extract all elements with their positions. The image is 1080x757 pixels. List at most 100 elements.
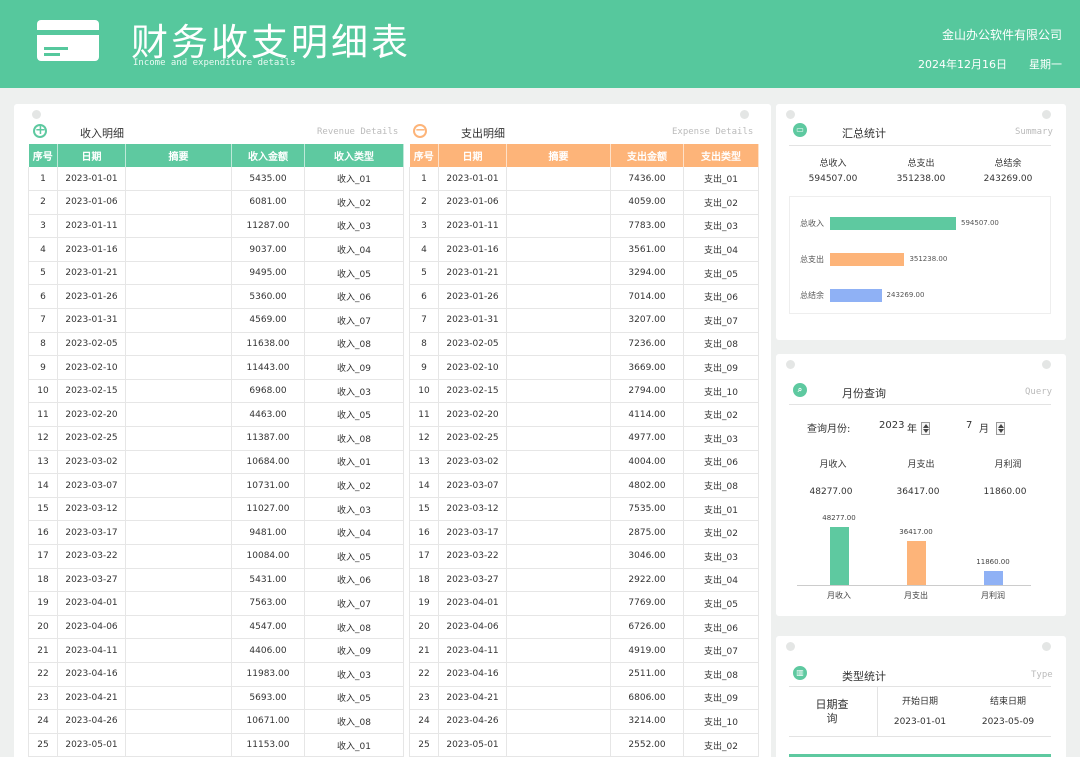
table-cell[interactable]: 2023-01-21 (57, 261, 126, 286)
table-cell[interactable]: 支出_04 (683, 237, 759, 262)
spin-arrows-icon[interactable] (921, 422, 930, 435)
table-cell[interactable] (125, 308, 232, 333)
table-cell[interactable]: 6806.00 (610, 686, 684, 711)
table-cell[interactable]: 4 (409, 237, 439, 262)
table-cell[interactable]: 5431.00 (231, 568, 305, 593)
table-cell[interactable]: 2023-02-10 (57, 355, 126, 380)
table-cell[interactable]: 收入_01 (304, 733, 404, 757)
table-cell[interactable]: 收入_03 (304, 379, 404, 404)
table-cell[interactable] (125, 167, 232, 192)
table-cell[interactable] (506, 591, 611, 616)
table-cell[interactable]: 2023-01-16 (438, 237, 507, 262)
table-cell[interactable]: 2023-01-11 (438, 214, 507, 239)
table-cell[interactable]: 19 (28, 591, 58, 616)
table-cell[interactable]: 12 (28, 426, 58, 451)
table-cell[interactable]: 支出_10 (683, 709, 759, 734)
month-spinner[interactable] (996, 418, 1005, 437)
table-cell[interactable]: 2023-03-17 (57, 520, 126, 545)
table-cell[interactable] (125, 355, 232, 380)
table-cell[interactable]: 2023-01-26 (438, 284, 507, 310)
table-cell[interactable]: 16 (409, 520, 439, 545)
table-cell[interactable]: 收入_05 (304, 686, 404, 711)
table-cell[interactable]: 7436.00 (610, 167, 684, 192)
table-cell[interactable]: 2023-02-25 (57, 426, 126, 451)
table-cell[interactable]: 2023-03-12 (438, 497, 507, 522)
table-cell[interactable]: 11027.00 (231, 497, 305, 522)
table-cell[interactable] (506, 450, 611, 475)
table-cell[interactable] (125, 544, 232, 569)
table-cell[interactable]: 3046.00 (610, 544, 684, 569)
table-cell[interactable]: 11 (409, 402, 439, 428)
table-cell[interactable]: 支出_07 (683, 638, 759, 663)
table-cell[interactable]: 2023-05-01 (57, 733, 126, 757)
table-cell[interactable]: 收入_05 (304, 544, 404, 569)
table-cell[interactable]: 2023-01-11 (57, 214, 126, 239)
table-cell[interactable]: 4919.00 (610, 638, 684, 663)
table-cell[interactable]: 支出_06 (683, 284, 759, 310)
table-cell[interactable] (506, 214, 611, 239)
table-cell[interactable]: 2552.00 (610, 733, 684, 757)
table-cell[interactable] (125, 520, 232, 545)
table-cell[interactable]: 2023-01-31 (57, 308, 126, 333)
table-cell[interactable] (506, 662, 611, 687)
table-cell[interactable]: 3561.00 (610, 237, 684, 262)
table-cell[interactable]: 2023-04-01 (438, 591, 507, 616)
table-cell[interactable]: 10 (28, 379, 58, 404)
table-cell[interactable]: 3669.00 (610, 355, 684, 380)
table-cell[interactable] (506, 733, 611, 757)
table-cell[interactable]: 20 (409, 615, 439, 640)
table-cell[interactable]: 11983.00 (231, 662, 305, 687)
table-cell[interactable]: 2023-05-01 (438, 733, 507, 757)
table-cell[interactable]: 支出_09 (683, 355, 759, 380)
table-cell[interactable]: 25 (409, 733, 439, 757)
table-cell[interactable]: 2511.00 (610, 662, 684, 687)
table-cell[interactable]: 收入_07 (304, 308, 404, 333)
table-cell[interactable]: 7236.00 (610, 332, 684, 357)
table-cell[interactable]: 支出_05 (683, 261, 759, 286)
table-cell[interactable]: 支出_08 (683, 662, 759, 687)
table-cell[interactable]: 2023-03-02 (57, 450, 126, 475)
table-cell[interactable]: 9 (409, 355, 439, 380)
table-cell[interactable]: 2023-01-01 (438, 167, 507, 192)
table-cell[interactable]: 16 (28, 520, 58, 545)
table-cell[interactable]: 4114.00 (610, 402, 684, 428)
table-cell[interactable]: 14 (28, 473, 58, 498)
table-cell[interactable]: 12 (409, 426, 439, 451)
table-cell[interactable]: 9495.00 (231, 261, 305, 286)
table-cell[interactable]: 9 (28, 355, 58, 380)
table-cell[interactable]: 收入_08 (304, 332, 404, 357)
table-cell[interactable]: 2023-03-07 (438, 473, 507, 498)
table-cell[interactable]: 15 (409, 497, 439, 522)
table-cell[interactable]: 2 (409, 190, 439, 215)
table-cell[interactable] (125, 450, 232, 475)
table-cell[interactable]: 18 (28, 568, 58, 593)
table-cell[interactable]: 7783.00 (610, 214, 684, 239)
table-cell[interactable]: 收入_01 (304, 450, 404, 475)
table-cell[interactable]: 11287.00 (231, 214, 305, 239)
table-cell[interactable]: 4977.00 (610, 426, 684, 451)
table-cell[interactable]: 2023-02-20 (57, 402, 126, 428)
table-cell[interactable]: 2023-04-01 (57, 591, 126, 616)
table-cell[interactable]: 8 (28, 332, 58, 357)
table-cell[interactable]: 9481.00 (231, 520, 305, 545)
table-cell[interactable]: 2023-01-31 (438, 308, 507, 333)
table-cell[interactable]: 20 (28, 615, 58, 640)
table-cell[interactable]: 11443.00 (231, 355, 305, 380)
table-cell[interactable]: 6081.00 (231, 190, 305, 215)
table-cell[interactable] (506, 520, 611, 545)
table-cell[interactable]: 2023-01-06 (438, 190, 507, 215)
table-cell[interactable]: 7769.00 (610, 591, 684, 616)
table-cell[interactable]: 6 (409, 284, 439, 310)
start-date-value[interactable]: 2023-01-01 (875, 717, 965, 727)
table-cell[interactable]: 2023-01-01 (57, 167, 126, 192)
table-cell[interactable] (506, 568, 611, 593)
table-cell[interactable]: 支出_02 (683, 190, 759, 215)
table-cell[interactable] (506, 190, 611, 215)
table-cell[interactable]: 支出_03 (683, 426, 759, 451)
table-cell[interactable] (506, 402, 611, 428)
table-cell[interactable]: 收入_03 (304, 497, 404, 522)
table-cell[interactable]: 10684.00 (231, 450, 305, 475)
table-cell[interactable]: 23 (28, 686, 58, 711)
table-cell[interactable]: 支出_02 (683, 733, 759, 757)
table-cell[interactable]: 支出_01 (683, 497, 759, 522)
